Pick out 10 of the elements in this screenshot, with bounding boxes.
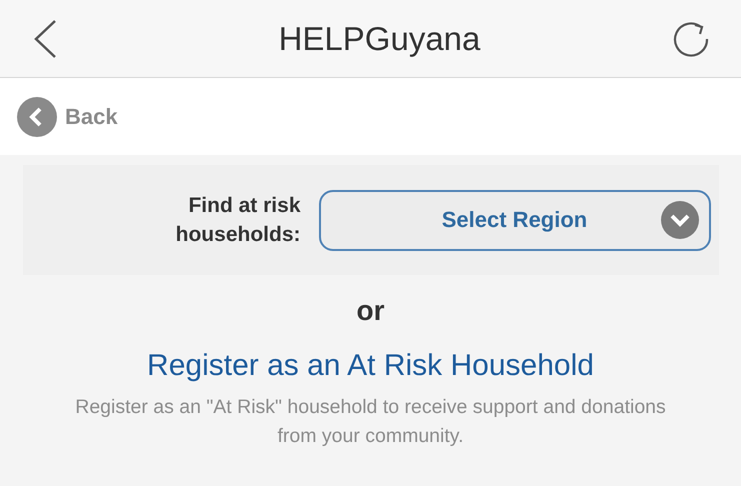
chevron-circle-icon	[17, 96, 57, 136]
back-link[interactable]: Back	[17, 96, 118, 136]
back-icon[interactable]	[32, 18, 58, 58]
or-separator: or	[356, 295, 384, 327]
register-description: Register as an "At Risk" household to receive support and donations from your community.	[74, 395, 667, 450]
dropdown-caret-icon	[660, 201, 698, 239]
region-select[interactable]: Select Region	[318, 190, 710, 250]
finder-label: Find at risk households:	[174, 192, 300, 248]
register-link[interactable]: Register as an At Risk Household	[147, 349, 594, 383]
nav-title: HELPGuyana	[278, 20, 480, 58]
